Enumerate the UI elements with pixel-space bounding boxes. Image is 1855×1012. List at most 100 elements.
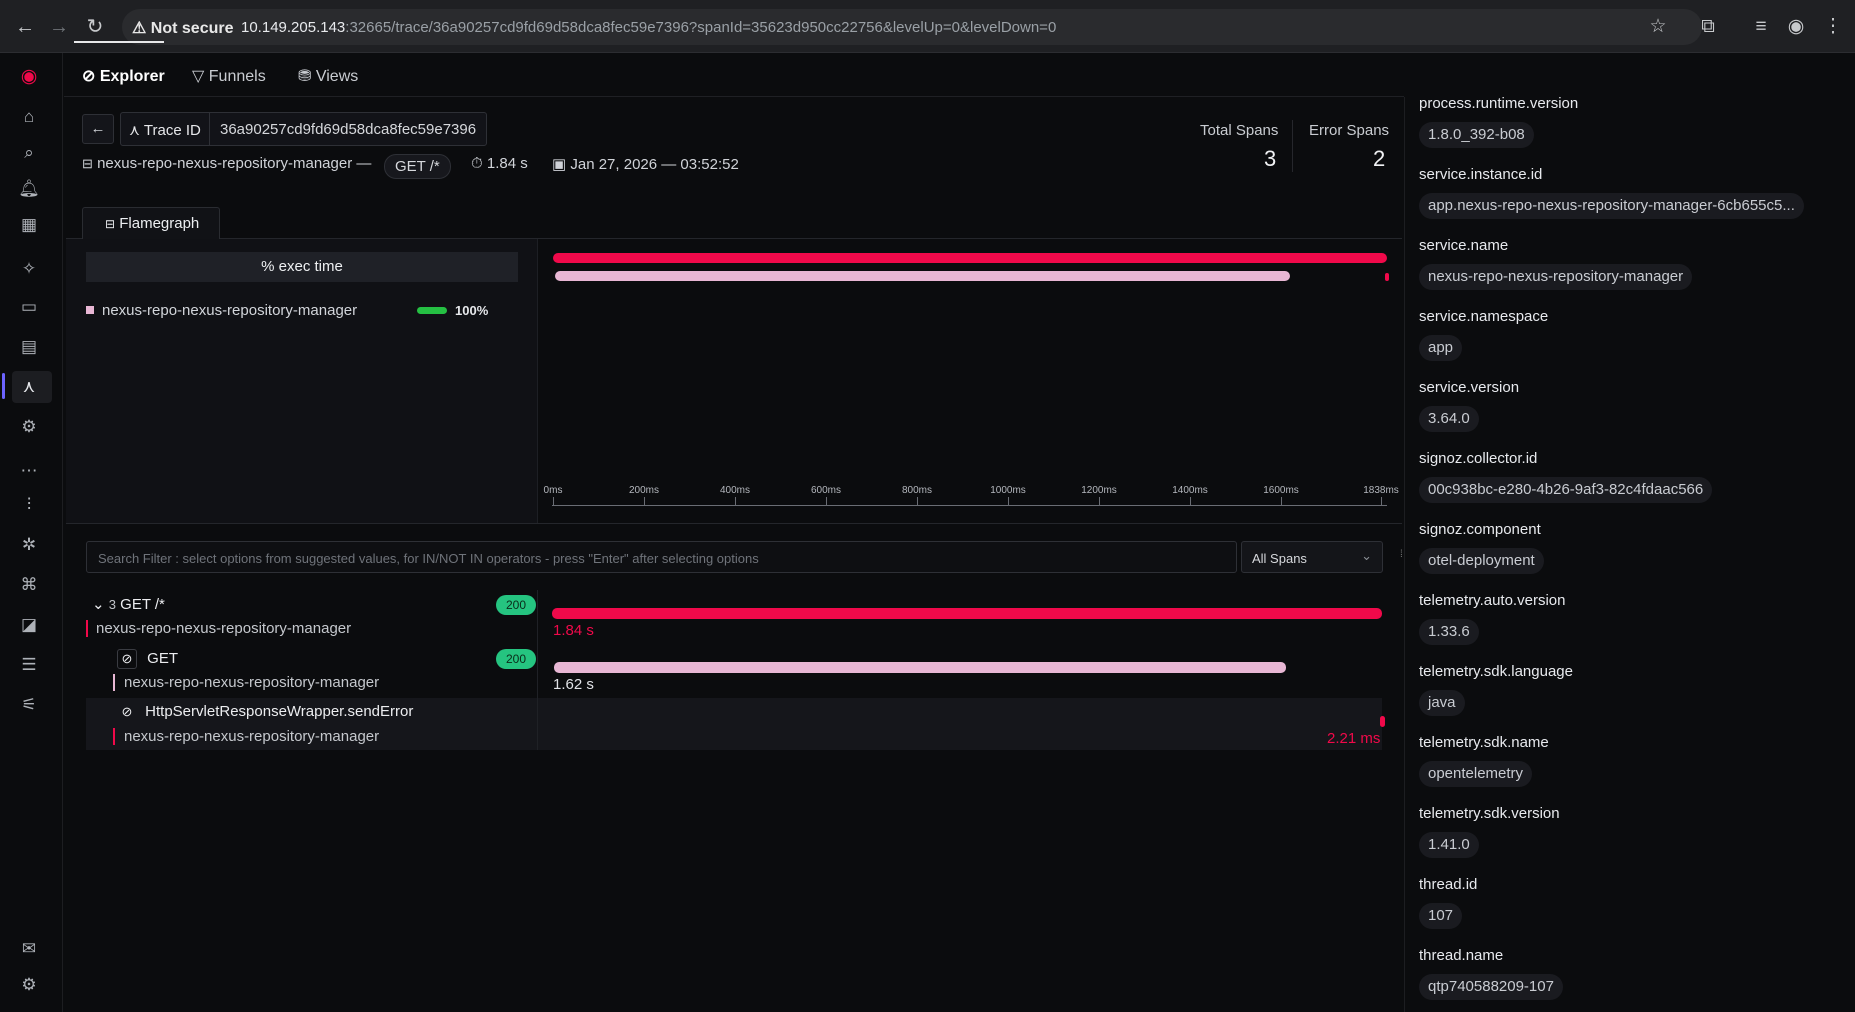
attribute-value[interactable]: java [1419, 690, 1465, 716]
time-axis-tick-label: 800ms [901, 485, 933, 496]
exceptions-bug-icon[interactable]: ✲ [16, 532, 42, 558]
span-row-1-label: GET [147, 650, 179, 667]
time-axis-tick-mark [1008, 497, 1009, 506]
attribute-key: signoz.component [1419, 521, 1541, 538]
browser-toolbar: ← → ↻ ⚠ Not secure 10.149.205.143:32665/… [0, 0, 1855, 53]
stopwatch-icon: ⏱ [471, 155, 483, 172]
legend-percent-bar [417, 307, 447, 314]
extensions-icon[interactable]: ⧉ [1697, 16, 1719, 38]
trace-id-label: ⋏ Trace ID [129, 121, 201, 139]
spans-type-select[interactable]: All Spans ⌄ [1241, 541, 1383, 573]
span-row-2-service-marker [113, 728, 115, 745]
tab-views[interactable]: ⛃ Views [298, 66, 358, 86]
browser-menu-icon[interactable]: ⋮ [1822, 16, 1844, 38]
metrics-chart-icon[interactable]: ⫶ [16, 492, 42, 518]
settings-sliders-icon[interactable]: ⚟ [16, 692, 42, 718]
signoz-logo-icon[interactable]: ◉ [16, 64, 42, 90]
trace-icon: ⋏ [129, 122, 140, 139]
trace-start-time: ▣ Jan 27, 2026 — 03:52:52 [552, 155, 739, 181]
services-icon[interactable]: ✧ [16, 256, 42, 282]
active-nav-indicator [2, 373, 5, 399]
attribute-key: service.version [1419, 379, 1520, 396]
usage-chart-icon[interactable]: ◪ [16, 612, 42, 638]
error-spans-value: 2 [1373, 146, 1386, 171]
attribute-value[interactable]: qtp740588209-107 [1419, 974, 1563, 1000]
trace-service-name: nexus-repo-nexus-repository-manager [97, 155, 353, 172]
span-children-count: 3 [108, 597, 116, 612]
profile-icon[interactable]: ◉ [1785, 16, 1807, 38]
integrations-icon[interactable]: ⚙︎ [16, 414, 42, 440]
span-search-filter[interactable]: Search Filter : select options from sugg… [86, 541, 1237, 573]
time-axis-tick-label: 600ms [810, 485, 842, 496]
flamegraph-span-bar[interactable] [553, 253, 1387, 263]
trace-id-value[interactable]: 36a90257cd9fd69d58dca8fec59e7396 [220, 121, 476, 138]
pipelines-icon[interactable]: ☰ [16, 652, 42, 678]
attribute-value[interactable]: 1.33.6 [1419, 619, 1479, 645]
flamegraph-span-bar[interactable] [1385, 273, 1390, 281]
time-axis-tick-mark [735, 497, 736, 506]
attribute-value[interactable]: nexus-repo-nexus-repository-manager [1419, 264, 1693, 290]
attribute-value[interactable]: 00c938bc-e280-4b26-9af3-82c4fdaac566 [1419, 477, 1713, 503]
time-axis-tick-mark [917, 497, 918, 506]
attribute-key: service.instance.id [1419, 166, 1543, 183]
logs-icon[interactable]: ▤ [16, 334, 42, 360]
url-text[interactable]: 10.149.205.143:32665/trace/36a90257cd9fd… [241, 19, 1056, 36]
tab-flamegraph[interactable]: ⊟ Flamegraph [82, 207, 220, 239]
forward-arrow-icon[interactable]: → [46, 14, 72, 40]
span-timeline-bar[interactable] [554, 662, 1286, 673]
security-indicator[interactable]: ⚠ Not secure [132, 18, 234, 38]
total-spans-value: 3 [1264, 146, 1277, 171]
attribute-key: signoz.collector.id [1419, 450, 1538, 467]
infrastructure-icon[interactable]: ▭ [16, 294, 42, 320]
funnel-icon: ▽ [192, 68, 205, 85]
tab-funnels-label: Funnels [208, 68, 266, 85]
media-controls-icon[interactable]: ≡ [1750, 16, 1772, 38]
tab-funnels[interactable]: ▽ Funnels [192, 66, 266, 86]
home-icon[interactable]: ⌂ [16, 104, 42, 130]
back-button[interactable]: ← [82, 114, 114, 144]
more-icon[interactable]: ⋯ [16, 458, 42, 484]
support-chat-icon[interactable]: ✉ [16, 936, 42, 962]
meta-dash: — [356, 155, 372, 172]
warning-icon: ⚠ [132, 20, 147, 37]
span-row-0-name[interactable]: ⌄ 3 GET /* [92, 595, 165, 613]
time-axis-tick-label: 400ms [719, 485, 751, 496]
bookmark-star-icon[interactable]: ☆ [1647, 16, 1669, 38]
time-axis-tick-mark [1381, 497, 1382, 506]
back-arrow-icon[interactable]: ← [12, 14, 38, 40]
span-duration-label: 2.21 ms [1327, 730, 1381, 747]
time-axis-tick-label: 1000ms [990, 485, 1026, 496]
span-row-1-name[interactable]: ⊘ GET [117, 649, 178, 669]
collapse-chevron-icon[interactable]: ⌄ [92, 596, 105, 613]
span-row-2-name[interactable]: ⊘ HttpServletResponseWrapper.sendError [117, 703, 414, 723]
time-axis-tick-mark [644, 497, 645, 506]
messaging-queues-icon[interactable]: ⌘ [16, 572, 42, 598]
trace-id-field[interactable]: ⋏ Trace ID 36a90257cd9fd69d58dca8fec59e7… [120, 112, 487, 146]
time-axis-tick-mark [553, 497, 554, 506]
compass-icon: ⊘ [82, 68, 96, 85]
attribute-value[interactable]: otel-deployment [1419, 548, 1544, 574]
traces-icon[interactable]: ⋏ [16, 374, 42, 400]
flamegraph-span-bar[interactable] [555, 271, 1291, 281]
attribute-value[interactable]: app.nexus-repo-nexus-repository-manager-… [1419, 193, 1804, 219]
time-axis-line [552, 505, 1387, 506]
trace-id-label-text: Trace ID [143, 122, 201, 139]
trace-method-badge: GET /* [384, 154, 451, 179]
dashboards-grid-icon[interactable]: ▦ [16, 212, 42, 238]
search-icon[interactable]: ⌕ [16, 140, 42, 166]
reload-icon[interactable]: ↻ [82, 14, 108, 40]
alerts-bell-icon[interactable]: 🔔︎ [16, 176, 42, 202]
attribute-value[interactable]: 107 [1419, 903, 1463, 929]
settings-gear-icon[interactable]: ⚙ [16, 972, 42, 998]
attribute-value[interactable]: 3.64.0 [1419, 406, 1479, 432]
span-timeline-bar[interactable] [1380, 716, 1386, 727]
attribute-value[interactable]: opentelemetry [1419, 761, 1533, 787]
tab-explorer[interactable]: ⊘ Explorer [82, 66, 165, 86]
attribute-value[interactable]: app [1419, 335, 1463, 361]
attribute-value[interactable]: 1.8.0_392-b08 [1419, 122, 1534, 148]
attribute-value[interactable]: 1.41.0 [1419, 832, 1479, 858]
active-tab-underline [74, 41, 164, 43]
exec-time-legend-row: nexus-repo-nexus-repository-manager 100% [86, 300, 506, 322]
span-timeline-bar[interactable] [552, 608, 1382, 619]
time-axis-tick-label: 1200ms [1081, 485, 1117, 496]
